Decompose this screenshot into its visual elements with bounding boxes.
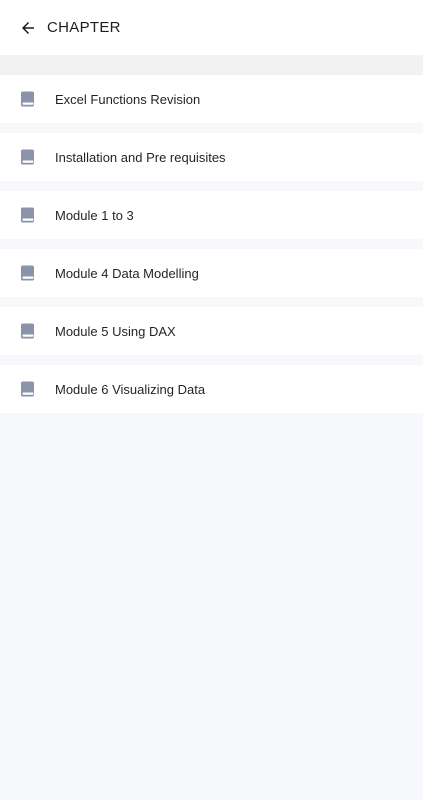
chapter-item-label: Module 1 to 3 bbox=[55, 207, 134, 223]
chapter-item-module-5[interactable]: Module 5 Using DAX bbox=[0, 307, 423, 355]
app-screen: CHAPTER Excel Functions Revision Install… bbox=[0, 0, 423, 800]
section-divider bbox=[0, 55, 423, 75]
book-icon bbox=[19, 380, 37, 398]
chapter-item-module-4[interactable]: Module 4 Data Modelling bbox=[0, 249, 423, 297]
chapter-item-installation[interactable]: Installation and Pre requisites bbox=[0, 133, 423, 181]
chapter-list: Excel Functions Revision Installation an… bbox=[0, 75, 423, 413]
book-icon bbox=[19, 322, 37, 340]
chapter-item-label: Excel Functions Revision bbox=[55, 91, 201, 107]
chapter-item-module-6[interactable]: Module 6 Visualizing Data bbox=[0, 365, 423, 413]
chapter-item-label: Module 5 Using DAX bbox=[55, 323, 176, 339]
book-icon bbox=[19, 206, 37, 224]
book-icon bbox=[19, 264, 37, 282]
chapter-item-module-1-to-3[interactable]: Module 1 to 3 bbox=[0, 191, 423, 239]
chapter-item-excel-functions-revision[interactable]: Excel Functions Revision bbox=[0, 75, 423, 123]
chapter-item-label: Installation and Pre requisites bbox=[55, 149, 226, 165]
chapter-item-label: Module 4 Data Modelling bbox=[55, 265, 199, 281]
book-icon bbox=[19, 148, 37, 166]
back-button[interactable] bbox=[17, 17, 39, 39]
page-title: CHAPTER bbox=[47, 19, 121, 36]
book-icon bbox=[19, 90, 37, 108]
top-app-bar: CHAPTER bbox=[0, 0, 423, 55]
arrow-left-icon bbox=[22, 21, 34, 34]
chapter-item-label: Module 6 Visualizing Data bbox=[55, 381, 206, 397]
